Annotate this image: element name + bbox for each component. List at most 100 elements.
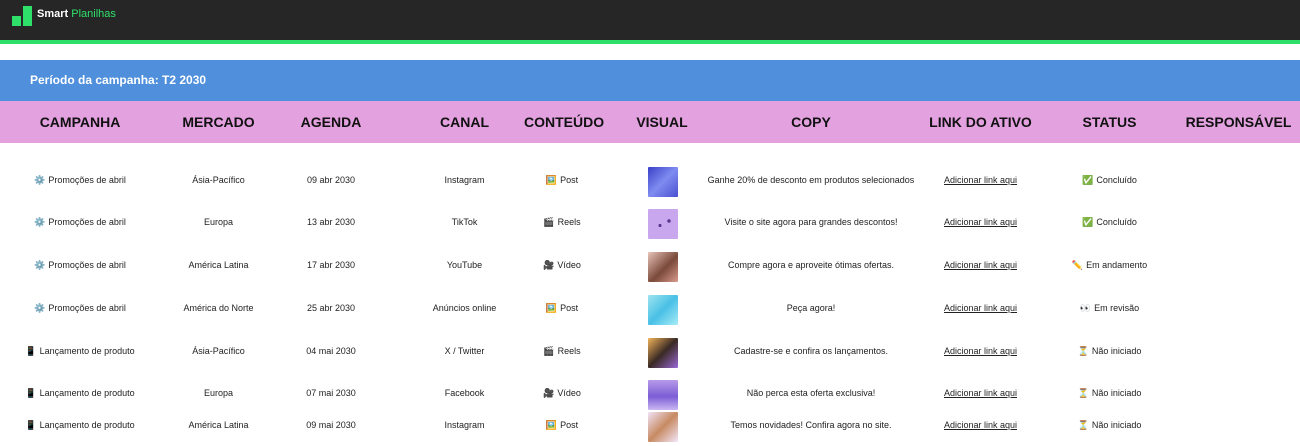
cell-responsavel[interactable]: [1177, 244, 1300, 286]
cell-agenda: 17 abr 2030: [306, 260, 356, 270]
visual-thumbnail[interactable]: [648, 338, 678, 368]
cell-conteudo: 🎬 Reels: [524, 201, 600, 243]
cell-canal: TikTok: [451, 217, 478, 227]
cell-conteudo: 🎥 Vídeo: [524, 244, 600, 286]
status-label: Concluído: [1096, 217, 1137, 227]
brand-rest: Planilhas: [71, 8, 116, 20]
gear-icon: ⚙️: [34, 175, 46, 185]
cell-agenda: 04 mai 2030: [306, 346, 356, 356]
cell-agenda: 09 abr 2030: [306, 175, 356, 185]
asset-link[interactable]: Adicionar link aqui: [920, 201, 1041, 243]
status-label: Em revisão: [1094, 303, 1140, 313]
image-icon: 🖼️: [545, 303, 558, 313]
cell-copy: Temos novidades! Confira agora no site.: [730, 420, 892, 430]
cell-canal: X / Twitter: [444, 346, 485, 356]
col-header-canal[interactable]: CANAL: [385, 101, 544, 143]
content-type: Vídeo: [557, 260, 581, 270]
check-icon: ✅: [1082, 217, 1094, 227]
content-type: Reels: [557, 346, 581, 356]
campaign-name: Lançamento de produto: [39, 388, 135, 398]
asset-link[interactable]: Adicionar link aqui: [920, 159, 1041, 201]
cell-agenda: 13 abr 2030: [306, 217, 356, 227]
cell-campanha: 📱 Lançamento de produto: [0, 330, 160, 372]
cell-responsavel[interactable]: [1177, 404, 1300, 446]
col-header-responsavel[interactable]: RESPONSÁVEL: [1177, 101, 1300, 143]
cell-copy: Compre agora e aproveite ótimas ofertas.: [727, 260, 895, 270]
brand-bold: Smart: [37, 8, 69, 20]
image-icon: 🖼️: [545, 420, 558, 430]
status-label: Não iniciado: [1091, 420, 1142, 430]
status-label: Não iniciado: [1091, 388, 1142, 398]
col-header-link[interactable]: LINK DO ATIVO: [920, 101, 1041, 143]
visual-thumbnail[interactable]: [648, 209, 678, 239]
table-header: CAMPANHA MERCADO AGENDA CANAL CONTEÚDO V…: [0, 101, 1300, 143]
cell-campanha: 📱 Lançamento de produto: [0, 404, 160, 446]
table-row[interactable]: 📱 Lançamento de produto América Latina 09…: [0, 404, 1300, 446]
content-type: Post: [560, 420, 579, 430]
visual-thumbnail[interactable]: [648, 167, 678, 197]
asset-link[interactable]: Adicionar link aqui: [920, 404, 1041, 446]
brand-name: Smart Planilhas: [37, 7, 116, 21]
cell-mercado: Ásia-Pacífico: [192, 175, 245, 185]
cell-mercado: Europa: [203, 217, 234, 227]
table-row[interactable]: ⚙️ Promoções de abril América Latina 17 a…: [0, 244, 1300, 286]
hourglass-icon: ⏳: [1077, 346, 1089, 356]
cell-campanha: ⚙️ Promoções de abril: [0, 287, 160, 329]
campaign-name: Promoções de abril: [48, 303, 126, 313]
content-type: Post: [560, 175, 579, 185]
logo-icon: [12, 6, 32, 26]
cell-copy: Visite o site agora para grandes descont…: [724, 217, 898, 227]
period-label: Período da campanha: T2 2030: [30, 73, 207, 87]
cell-campanha: ⚙️ Promoções de abril: [0, 159, 160, 201]
col-header-visual[interactable]: VISUAL: [622, 101, 702, 143]
asset-link[interactable]: Adicionar link aqui: [920, 244, 1041, 286]
col-header-agenda[interactable]: AGENDA: [277, 101, 385, 143]
top-bar: Smart Planilhas: [0, 0, 1300, 40]
cell-mercado: América Latina: [188, 260, 249, 270]
visual-thumbnail[interactable]: [648, 252, 678, 282]
content-type: Vídeo: [557, 388, 581, 398]
cell-responsavel[interactable]: [1177, 287, 1300, 329]
asset-link[interactable]: Adicionar link aqui: [920, 287, 1041, 329]
table-row[interactable]: 📱 Lançamento de produto Ásia-Pacífico 04 …: [0, 330, 1300, 372]
phone-icon: 📱: [25, 346, 37, 356]
col-header-mercado[interactable]: MERCADO: [160, 101, 277, 143]
cell-canal: Instagram: [444, 420, 485, 430]
col-header-status[interactable]: STATUS: [1062, 101, 1157, 143]
table-row[interactable]: ⚙️ Promoções de abril América do Norte 25…: [0, 287, 1300, 329]
cell-status: ⏳ Não iniciado: [1062, 330, 1157, 372]
table-row[interactable]: ⚙️ Promoções de abril Europa 13 abr 2030 …: [0, 201, 1300, 243]
pencil-icon: ✏️: [1071, 260, 1084, 270]
content-type: Post: [560, 303, 579, 313]
campaign-name: Promoções de abril: [48, 217, 126, 227]
eyes-icon: 👀: [1079, 303, 1092, 313]
video-camera-icon: 🎥: [543, 260, 555, 270]
campaign-name: Promoções de abril: [48, 260, 126, 270]
cell-responsavel[interactable]: [1177, 201, 1300, 243]
table-row[interactable]: ⚙️ Promoções de abril Ásia-Pacífico 09 ab…: [0, 159, 1300, 201]
clapperboard-icon: 🎬: [543, 346, 555, 356]
visual-thumbnail[interactable]: [648, 295, 678, 325]
phone-icon: 📱: [25, 420, 37, 430]
period-banner: Período da campanha: T2 2030: [0, 60, 1300, 101]
accent-divider: [0, 40, 1300, 44]
gear-icon: ⚙️: [34, 260, 46, 270]
cell-conteudo: 🖼️ Post: [524, 287, 600, 329]
visual-thumbnail[interactable]: [648, 412, 678, 442]
cell-mercado: Ásia-Pacífico: [192, 346, 245, 356]
campaign-name: Lançamento de produto: [39, 346, 135, 356]
cell-mercado: América do Norte: [183, 303, 254, 313]
cell-responsavel[interactable]: [1177, 159, 1300, 201]
cell-responsavel[interactable]: [1177, 330, 1300, 372]
clapperboard-icon: 🎬: [543, 217, 555, 227]
cell-agenda: 25 abr 2030: [306, 303, 356, 313]
cell-copy: Peça agora!: [786, 303, 836, 313]
cell-agenda: 09 mai 2030: [306, 420, 356, 430]
col-header-conteudo[interactable]: CONTEÚDO: [524, 101, 604, 143]
asset-link[interactable]: Adicionar link aqui: [920, 330, 1041, 372]
col-header-campanha[interactable]: CAMPANHA: [0, 101, 160, 143]
cell-conteudo: 🖼️ Post: [524, 159, 600, 201]
cell-conteudo: 🖼️ Post: [524, 404, 600, 446]
cell-copy: Cadastre-se e confira os lançamentos.: [733, 346, 889, 356]
col-header-copy[interactable]: COPY: [702, 101, 920, 143]
